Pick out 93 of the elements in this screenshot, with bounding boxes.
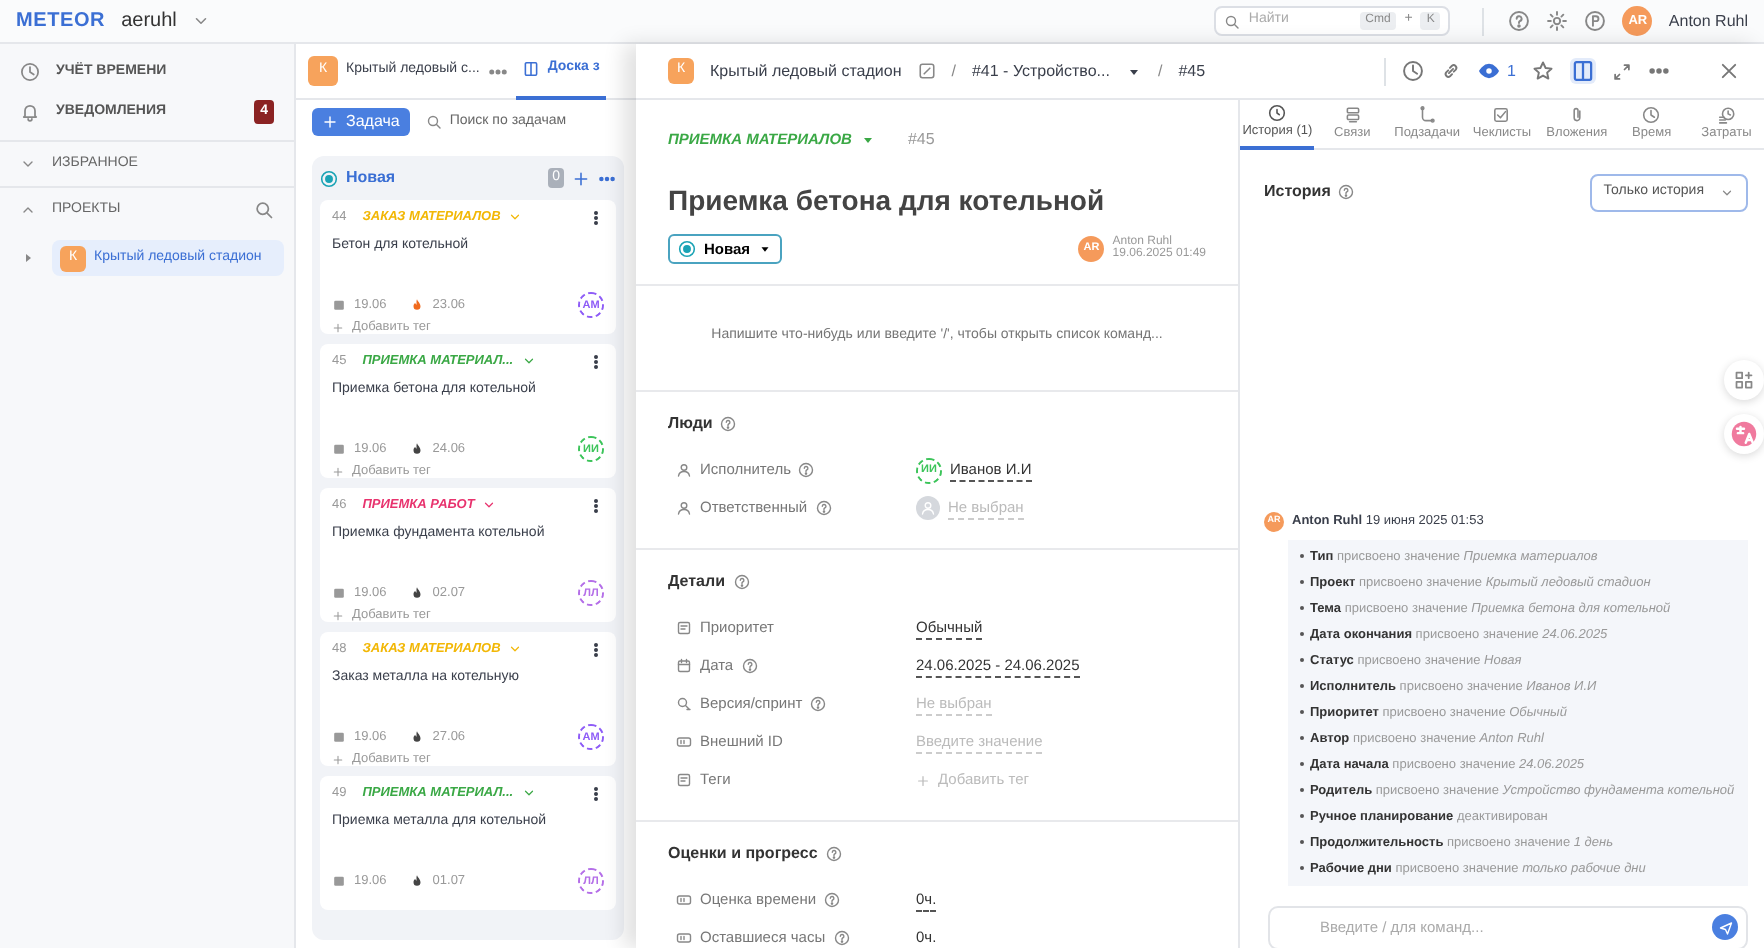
caret-icon <box>758 241 773 256</box>
calendar-icon <box>332 586 346 601</box>
chevron-icon <box>482 498 497 513</box>
costs-icon <box>1717 105 1736 124</box>
help-icon[interactable] <box>741 658 758 675</box>
workspace-name[interactable]: aeruhl <box>121 6 177 36</box>
caret-icon <box>859 132 876 148</box>
kebab-icon[interactable] <box>588 353 604 370</box>
plus-icon <box>332 322 344 335</box>
chevron-icon <box>521 786 536 801</box>
expand-icon[interactable] <box>1612 61 1632 81</box>
send-button[interactable] <box>1712 914 1738 940</box>
breadcrumb-current: #45 <box>1178 59 1206 83</box>
column-title: Новая <box>346 166 398 190</box>
help-icon[interactable] <box>720 415 737 432</box>
magnifier-icon <box>676 696 692 713</box>
translate-icon <box>1730 420 1758 448</box>
edit-icon[interactable] <box>917 62 936 80</box>
plus-icon <box>332 754 344 767</box>
circled-letter-icon[interactable] <box>1584 10 1607 32</box>
section-title: Люди <box>668 411 713 436</box>
search-icon[interactable] <box>254 200 274 220</box>
history-icon <box>1268 104 1287 123</box>
settings-icon[interactable] <box>1546 10 1569 32</box>
section-title: Оценки и прогресс <box>668 841 818 866</box>
calendar-icon <box>332 442 346 457</box>
section-title: История <box>1264 180 1331 205</box>
list-icon <box>676 772 692 789</box>
board-icon <box>521 60 540 78</box>
help-icon[interactable] <box>1338 184 1355 201</box>
split-view-icon[interactable] <box>1570 58 1596 84</box>
link-icon[interactable] <box>1439 60 1462 82</box>
add-icon[interactable] <box>572 169 590 187</box>
kebab-icon[interactable] <box>588 785 604 802</box>
help-icon[interactable] <box>825 845 842 862</box>
plus-icon <box>332 610 344 623</box>
search-icon <box>1224 13 1241 29</box>
chevron-icon[interactable] <box>20 156 36 172</box>
help-icon[interactable] <box>833 930 850 947</box>
close-icon[interactable] <box>1718 60 1740 82</box>
user-name[interactable]: Anton Ruhl <box>1668 9 1748 33</box>
chevron-icon <box>521 354 536 369</box>
chevron-icon <box>1720 185 1734 200</box>
status-icon <box>320 169 338 187</box>
bell-icon <box>20 102 40 122</box>
chevron-icon[interactable] <box>192 12 211 30</box>
eye-icon <box>1477 60 1500 82</box>
user-icon <box>676 500 692 517</box>
plus-icon <box>332 466 344 479</box>
watchers-button[interactable]: 1 <box>1477 59 1516 83</box>
user-icon <box>676 462 692 479</box>
calendar-icon <box>676 658 692 675</box>
grid-icon <box>1734 370 1754 390</box>
add-task-button[interactable]: Задача <box>312 108 410 136</box>
history-icon[interactable] <box>1401 60 1424 82</box>
logo[interactable]: METEOR <box>16 6 106 36</box>
search-icon <box>425 114 442 130</box>
kebab-icon[interactable] <box>588 209 604 226</box>
help-icon[interactable] <box>815 500 832 517</box>
breadcrumb-separator: / <box>1157 59 1163 83</box>
links-icon <box>1343 105 1362 124</box>
clock-icon <box>1642 105 1661 124</box>
status-icon <box>678 239 696 258</box>
send-icon <box>1717 919 1733 935</box>
help-icon[interactable] <box>824 892 841 909</box>
kebab-icon[interactable] <box>588 497 604 514</box>
chevron-icon <box>508 210 523 225</box>
breadcrumb-separator: / <box>951 59 956 83</box>
calendar-icon <box>332 874 346 889</box>
help-icon[interactable] <box>733 573 750 590</box>
breadcrumb-link[interactable]: #41 - Устройство... <box>971 59 1110 83</box>
subtasks-icon <box>1418 105 1437 124</box>
translate-button[interactable] <box>1724 414 1764 454</box>
help-icon[interactable] <box>1508 10 1531 32</box>
plus-icon <box>322 114 338 130</box>
add-widget-button[interactable] <box>1724 360 1764 400</box>
paperclip-icon <box>1567 105 1586 124</box>
breadcrumb-link[interactable]: Крытый ледовый стадион <box>710 59 902 83</box>
star-icon[interactable] <box>1532 60 1554 82</box>
help-icon[interactable] <box>798 462 815 479</box>
chevron-icon[interactable] <box>20 202 36 218</box>
calendar-icon <box>332 730 346 745</box>
task-title[interactable]: Приемка бетона для котельной <box>668 184 1206 218</box>
section-title: Детали <box>668 569 726 594</box>
chevron-icon <box>508 642 523 657</box>
clock-icon <box>20 62 40 82</box>
task-number: #45 <box>907 128 935 152</box>
kebab-icon[interactable] <box>588 641 604 658</box>
checklist-icon <box>1492 105 1511 124</box>
plus-icon <box>916 773 930 788</box>
list-icon <box>676 620 692 637</box>
calendar-icon <box>332 298 346 313</box>
help-icon[interactable] <box>810 696 827 713</box>
